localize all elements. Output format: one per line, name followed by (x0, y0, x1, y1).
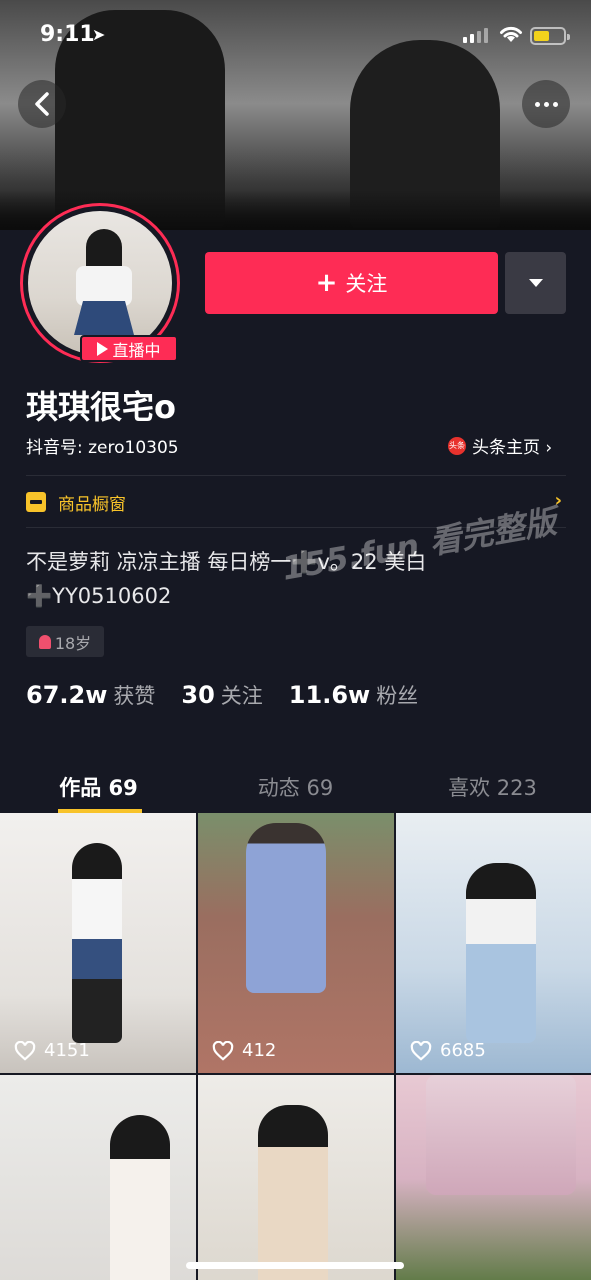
status-time: 9:11 (40, 22, 95, 47)
wifi-icon (500, 26, 522, 42)
bio-line: 不是萝莉 凉凉主播 每日榜一➕v。22 美白 (26, 550, 427, 574)
age-label: 18岁 (54, 633, 92, 653)
likes-count: 4151 (44, 1040, 90, 1061)
divider (26, 527, 566, 528)
bio-line: ➕YY0510602 (26, 584, 172, 608)
stat-label: 粉丝 (376, 684, 419, 708)
divider (26, 475, 566, 476)
profile-bio: 不是萝莉 凉凉主播 每日榜一➕v。22 美白 ➕YY0510602 (26, 545, 566, 613)
avatar-image (28, 211, 172, 355)
heart-icon (14, 1040, 36, 1061)
douyin-id: 抖音号: zero10305 (26, 438, 179, 458)
chevron-right-icon: › (554, 490, 562, 511)
likes-count: 6685 (440, 1040, 486, 1061)
shop-icon (26, 492, 46, 512)
stat-likes[interactable]: 67.2w 获赞 (26, 680, 155, 710)
more-dots-icon (543, 101, 549, 107)
home-indicator[interactable] (186, 1262, 404, 1269)
video-grid: 4151 412 6685 (0, 813, 591, 1280)
stat-number: 30 (181, 681, 215, 709)
profile-stats: 67.2w 获赞 30 关注 11.6w 粉丝 (26, 680, 418, 710)
live-badge-label: 直播中 (112, 340, 161, 360)
battery-icon (530, 27, 570, 45)
stat-label: 关注 (220, 684, 263, 708)
cellular-signal-icon (463, 28, 488, 43)
tab-liked[interactable]: 喜欢 223 (394, 760, 591, 813)
stat-number: 67.2w (26, 681, 108, 709)
video-likes: 412 (212, 1040, 276, 1061)
more-dots-icon (552, 101, 558, 107)
shop-window-link[interactable]: 商品橱窗 › (26, 490, 566, 515)
more-button[interactable] (522, 80, 570, 128)
follow-button[interactable]: + 关注 (205, 252, 498, 314)
profile-name: 琪琪很宅o (26, 388, 176, 426)
shop-label: 商品橱窗 (58, 494, 126, 515)
heart-icon (212, 1040, 234, 1061)
caret-down-icon (528, 279, 543, 287)
recommend-dropdown-button[interactable] (505, 252, 566, 314)
video-thumbnail[interactable] (0, 1075, 196, 1280)
toutiao-label: 头条主页 › (472, 438, 553, 458)
more-dots-icon (534, 101, 540, 107)
follow-label: 关注 (345, 272, 388, 296)
play-icon (97, 341, 109, 356)
profile-tabs: 作品 69 动态 69 喜欢 223 (0, 760, 591, 813)
live-badge[interactable]: 直播中 (80, 335, 178, 362)
stat-label: 获赞 (113, 684, 156, 708)
tab-moments[interactable]: 动态 69 (197, 760, 394, 813)
age-tag: 18岁 (26, 626, 104, 657)
back-button[interactable] (18, 80, 66, 128)
video-thumbnail[interactable]: 6685 (396, 813, 591, 1073)
toutiao-homepage-link[interactable]: 头条 头条主页 › (448, 433, 552, 458)
stat-followers[interactable]: 11.6w 粉丝 (289, 680, 418, 710)
location-arrow-icon: ➤ (92, 25, 106, 44)
video-thumbnail[interactable] (396, 1075, 591, 1280)
video-likes: 4151 (14, 1040, 90, 1061)
likes-count: 412 (242, 1040, 277, 1061)
toutiao-logo-icon: 头条 (448, 436, 466, 455)
tab-works[interactable]: 作品 69 (0, 760, 197, 813)
video-thumbnail[interactable] (198, 1075, 394, 1280)
chevron-left-icon (35, 92, 49, 116)
video-likes: 6685 (410, 1040, 486, 1061)
video-thumbnail[interactable]: 412 (198, 813, 394, 1073)
status-bar: 9:11 ➤ (0, 0, 591, 70)
plus-icon: + (315, 268, 338, 298)
video-thumbnail[interactable]: 4151 (0, 813, 196, 1073)
stat-number: 11.6w (288, 681, 371, 709)
heart-icon (410, 1040, 432, 1061)
stat-following[interactable]: 30 关注 (181, 680, 262, 710)
female-icon (38, 634, 51, 649)
